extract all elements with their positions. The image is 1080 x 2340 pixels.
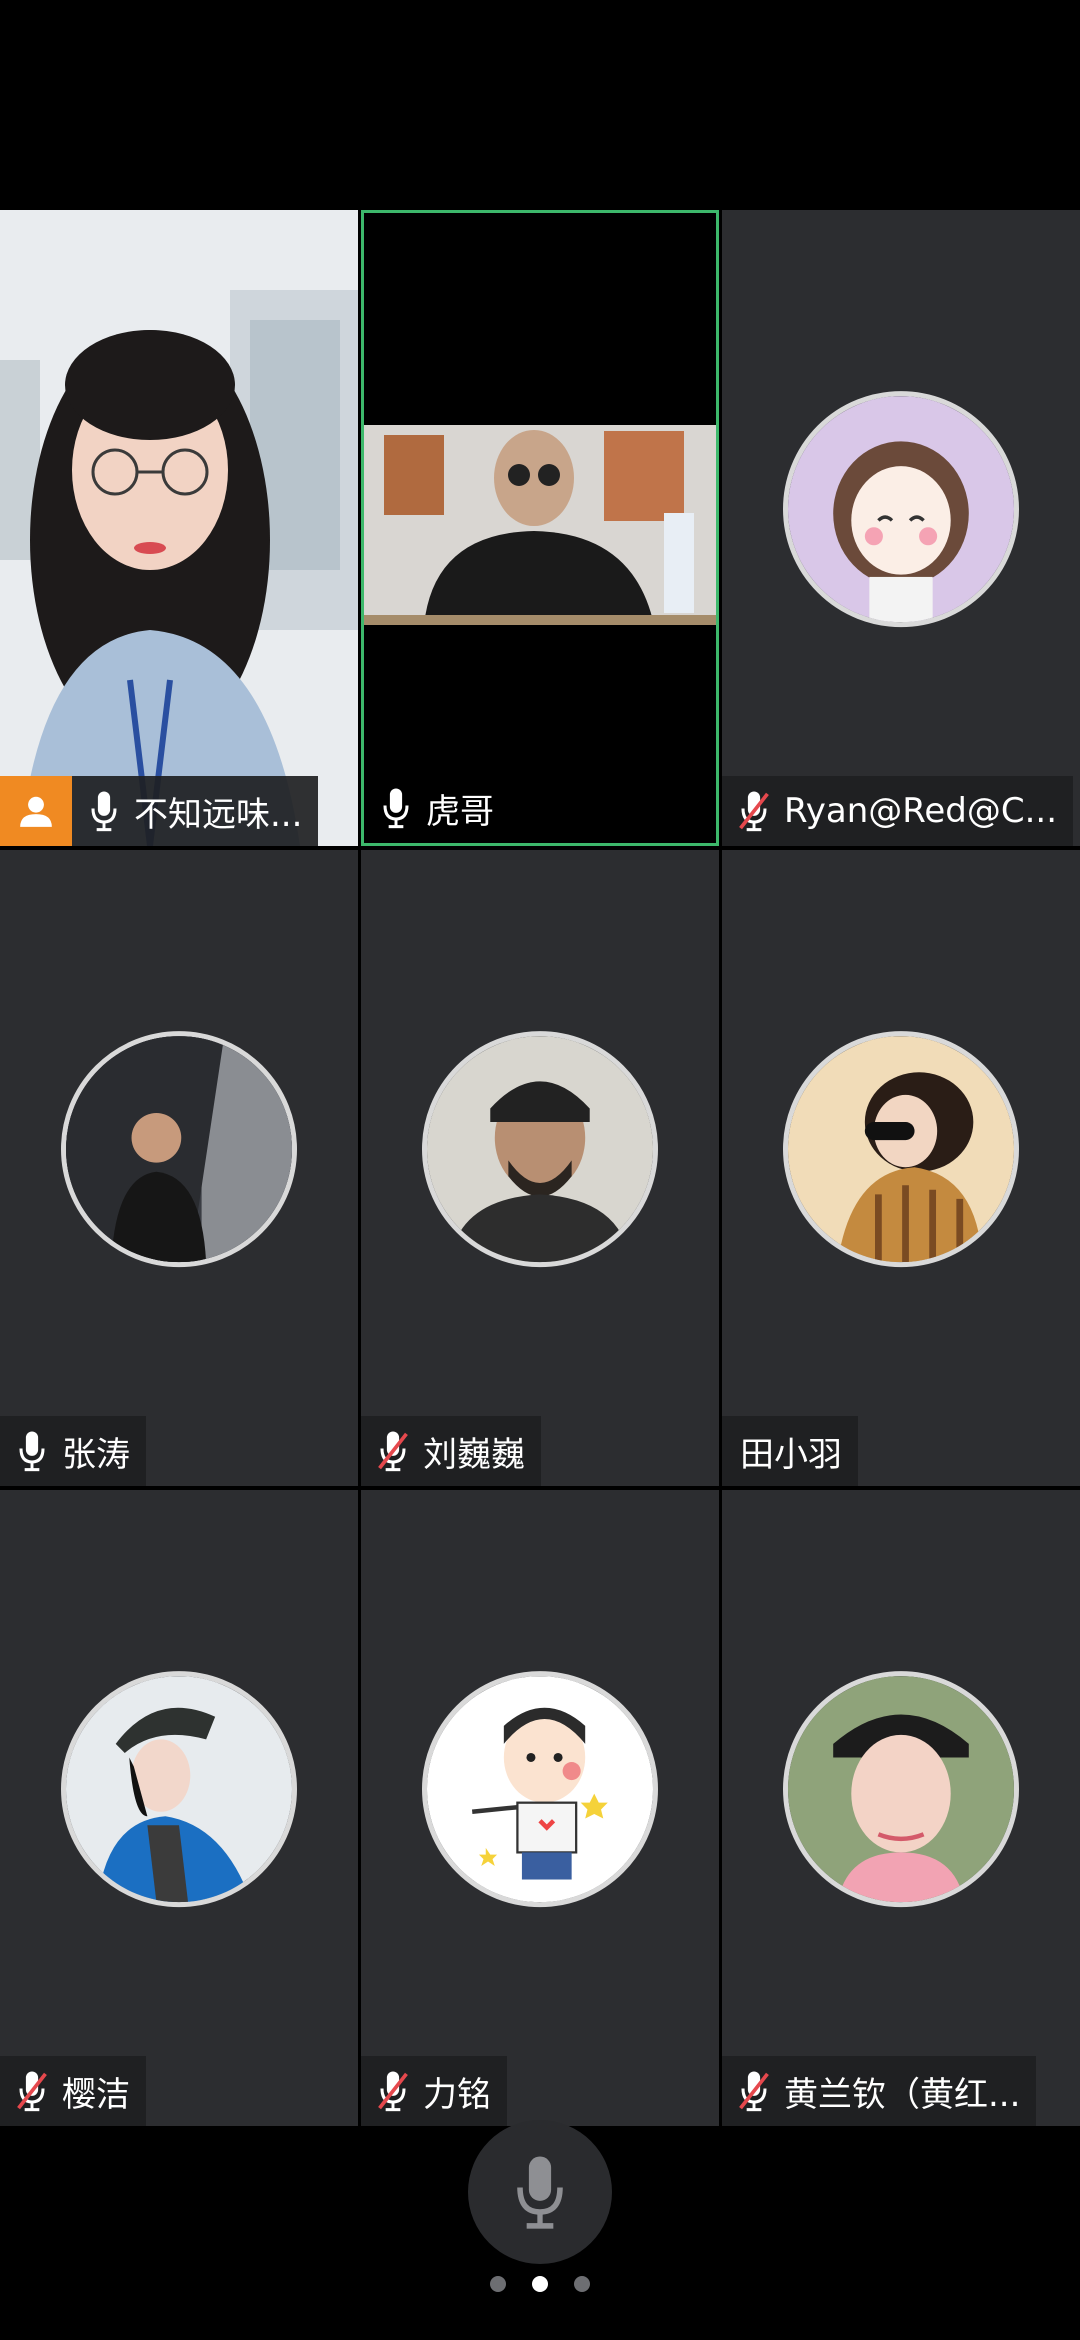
microphone-icon: [517, 2156, 563, 2229]
participant-name-tag: 樱洁: [0, 2056, 146, 2126]
participant-name: 不知远味...: [134, 794, 303, 835]
participant-name-tag: 力铭: [361, 2056, 507, 2126]
avatar: [422, 1671, 658, 1908]
participant-tile[interactable]: 樱洁: [0, 1490, 358, 2126]
participant-tile[interactable]: 黄兰钦（黄红...: [722, 1490, 1080, 2126]
participant-tile[interactable]: 虎哥: [361, 210, 719, 846]
participant-name: Ryan@Red@C...: [784, 791, 1058, 831]
participant-name-tag: 不知远味...: [0, 776, 319, 846]
microphone-muted-icon: [732, 786, 776, 836]
page-dot-current[interactable]: [532, 2276, 548, 2292]
participant-name: 虎哥: [426, 791, 494, 832]
participant-tile[interactable]: 田小羽: [722, 850, 1080, 1486]
participant-name-tag: Ryan@Red@C...: [722, 776, 1074, 846]
microphone-muted-icon: [371, 1426, 415, 1476]
page-dot[interactable]: [490, 2276, 506, 2292]
participant-name: 张涛: [62, 1434, 130, 1475]
participant-name-tag: 虎哥: [364, 773, 510, 843]
participant-name: 樱洁: [62, 2074, 130, 2115]
microphone-icon: [10, 1426, 54, 1476]
participant-tile[interactable]: Ryan@Red@C...: [722, 210, 1080, 846]
participant-tile[interactable]: 不知远味...: [0, 210, 358, 846]
host-badge-icon: [0, 776, 72, 846]
participant-name: 力铭: [423, 2074, 491, 2115]
participant-name: 田小羽: [740, 1434, 842, 1475]
participant-name-tag: 刘巍巍: [361, 1416, 541, 1486]
participant-name-tag: 田小羽: [722, 1416, 858, 1486]
microphone-icon: [82, 786, 126, 836]
avatar: [61, 1031, 297, 1268]
microphone-muted-icon: [10, 2066, 54, 2116]
participant-video: [0, 210, 358, 846]
meeting-screen: 不知远味... 虎哥 Ryan@Red@C... 张涛 刘巍巍 田小羽 樱洁 力…: [0, 0, 1080, 2340]
avatar: [783, 1031, 1019, 1268]
avatar: [783, 391, 1019, 628]
participant-name: 刘巍巍: [423, 1434, 525, 1475]
participant-video: [364, 213, 716, 843]
page-indicator[interactable]: [0, 2276, 1080, 2292]
participant-tile[interactable]: 力铭: [361, 1490, 719, 2126]
avatar: [61, 1671, 297, 1908]
microphone-muted-icon: [732, 2066, 776, 2116]
participant-tile[interactable]: 张涛: [0, 850, 358, 1486]
microphone-muted-icon: [371, 2066, 415, 2116]
participant-name: 黄兰钦（黄红...: [784, 2074, 1021, 2115]
avatar: [422, 1031, 658, 1268]
microphone-toggle-button[interactable]: [468, 2120, 612, 2264]
participant-name-tag: 张涛: [0, 1416, 146, 1486]
page-dot[interactable]: [574, 2276, 590, 2292]
microphone-icon: [374, 783, 418, 833]
participant-tile[interactable]: 刘巍巍: [361, 850, 719, 1486]
participant-grid: 不知远味... 虎哥 Ryan@Red@C... 张涛 刘巍巍 田小羽 樱洁 力…: [0, 210, 1080, 2130]
participant-name-tag: 黄兰钦（黄红...: [722, 2056, 1037, 2126]
avatar: [783, 1671, 1019, 1908]
